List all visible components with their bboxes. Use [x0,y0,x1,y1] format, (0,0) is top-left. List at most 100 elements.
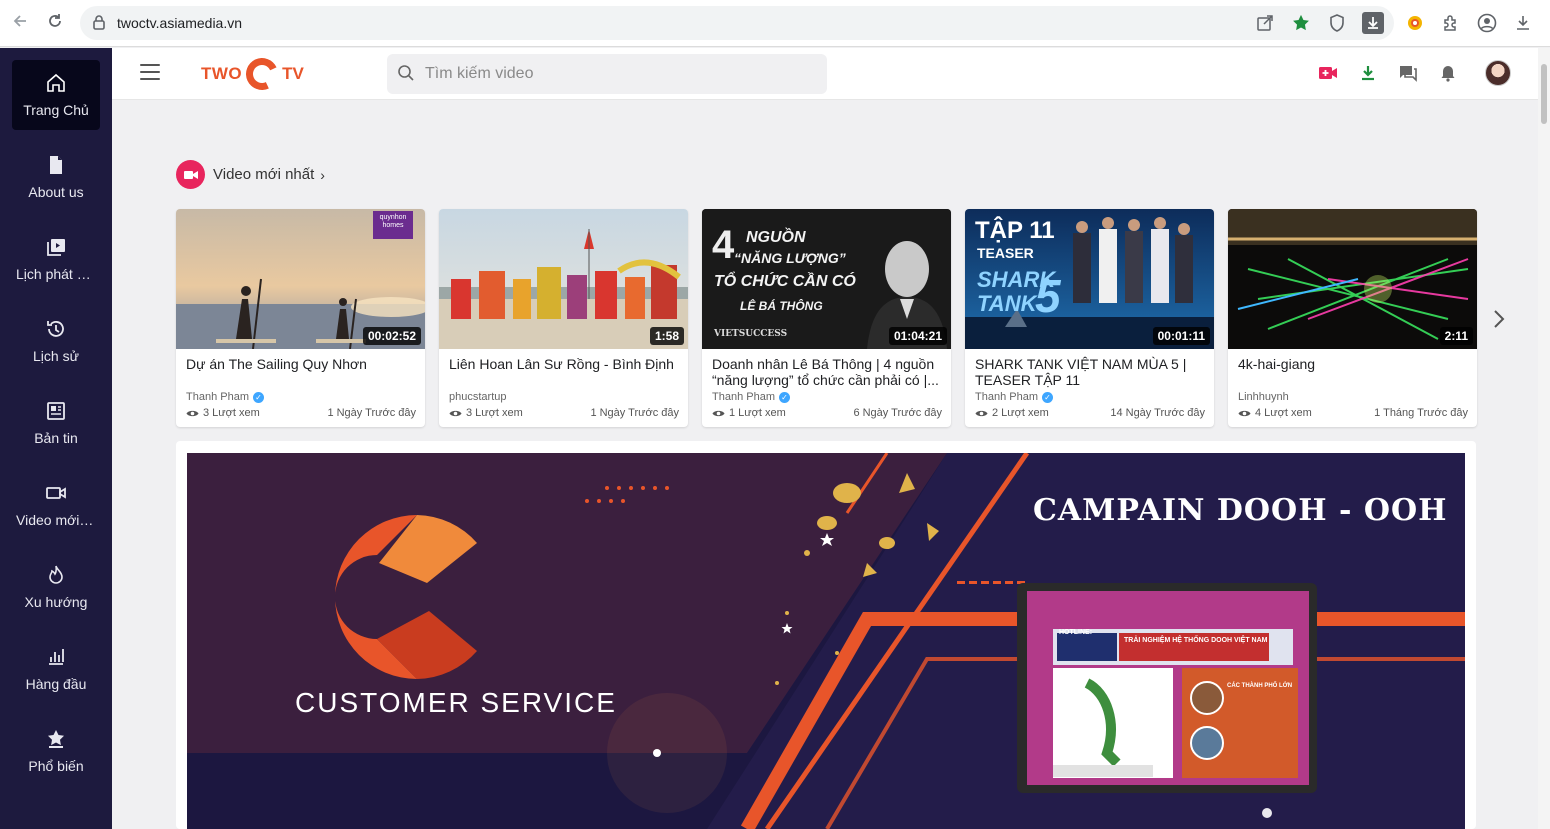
sidebar-item-label: Phổ biến [28,758,84,774]
sidebar-item-home[interactable]: Trang Chủ [12,60,100,130]
video-thumbnail[interactable]: 2:11 [1228,209,1477,349]
video-card[interactable]: 00:02:52 quynhon homes Dự án The Sailing… [176,209,425,427]
view-count-label: 3 Lượt xem [466,407,523,419]
lock-icon [93,15,105,30]
sidebar-item-latest-videos[interactable]: Video mới nhất [12,470,100,540]
app-header: TWO TV [112,48,1538,100]
search-input[interactable] [425,62,805,86]
video-meta: 2 Lượt xem 14 Ngày Trước đây [975,407,1205,419]
video-title[interactable]: 4k-hai-giang [1238,356,1470,372]
upload-time: 6 Ngày Trước đây [853,407,942,419]
back-arrow-icon[interactable] [8,12,32,36]
sidebar-item-top[interactable]: Hàng đầu [12,634,100,704]
download-ext-icon[interactable] [1362,12,1384,34]
url-text[interactable]: twoctv.asiamedia.vn [117,15,242,31]
video-meta: 3 Lượt xem 1 Ngày Trước đây [186,407,416,419]
address-bar[interactable]: twoctv.asiamedia.vn [80,6,1394,40]
video-title[interactable]: Dự án The Sailing Quy Nhơn [186,356,418,372]
view-count-label: 1 Lượt xem [729,407,786,419]
channel-name[interactable]: Thanh Pham ✓ [186,391,264,403]
view-count: 2 Lượt xem [975,407,1049,419]
sidebar-item-news[interactable]: Bản tin [12,388,100,458]
channel-label: phucstartup [449,391,507,403]
sidebar-item-history[interactable]: Lịch sử [12,306,100,376]
channel-label: Thanh Pham [975,391,1038,403]
upload-time: 1 Tháng Trước đây [1374,407,1468,419]
video-card[interactable]: 4 NGUỒN “NĂNG LƯỢNG” TỔ CHỨC CẦN CÓ LÊ B… [702,209,951,427]
bell-icon[interactable] [1437,62,1459,84]
channel-label: Linhhuynh [1238,391,1289,403]
video-thumbnail[interactable]: 4 NGUỒN “NĂNG LƯỢNG” TỔ CHỨC CẦN CÓ LÊ B… [702,209,951,349]
search-box[interactable] [387,54,827,94]
sidebar: Trang Chủ About us Lịch phát sóng Lịch s… [0,48,112,829]
video-meta: 1 Lượt xem 6 Ngày Trước đây [712,407,942,419]
screen-hotline: HOTLINE: [1059,629,1093,636]
view-count: 3 Lượt xem [186,407,260,419]
thumbnail-line: 5 [1035,270,1061,322]
thumbnail-line: TANK [977,291,1037,316]
channel-name[interactable]: phucstartup [449,391,506,403]
channel-name[interactable]: Thanh Pham ✓ [975,391,1053,403]
promo-banner[interactable]: CUSTOMER SERVICE CAMPAIN DOOH - OOH HOTL… [187,453,1465,829]
flame-icon [49,565,63,584]
puzzle-extensions-icon[interactable] [1440,12,1462,34]
video-thumbnail[interactable]: 1:58 [439,209,688,349]
video-title[interactable]: Liên Hoan Lân Sư Rồng - Bình Định [449,356,681,372]
upload-time: 14 Ngày Trước đây [1110,407,1205,419]
bookmark-star-icon[interactable] [1290,12,1312,34]
profile-icon[interactable] [1476,12,1498,34]
sidebar-item-label: Hàng đầu [25,676,87,692]
section-title: Video mới nhất [213,166,315,183]
upload-time: 1 Ngày Trước đây [590,407,679,419]
thumbnail-line: “NĂNG LƯỢNG” [734,250,846,266]
reload-icon[interactable] [43,12,67,36]
history-icon [47,321,64,337]
extension-color-icon[interactable] [1404,12,1426,34]
sidebar-item-label: Lịch sử [33,348,79,364]
carousel-next-chevron-icon[interactable] [1488,308,1510,334]
latest-videos-header[interactable]: Video mới nhất › [176,160,325,189]
star-badge-icon [48,730,64,748]
logo-text-right: TV [282,64,304,83]
banner-headline: CAMPAIN DOOH - OOH [1033,493,1448,528]
screen-cities: CÁC THÀNH PHỐ LỚN [1227,683,1293,689]
video-title[interactable]: Doanh nhân Lê Bá Thông | 4 nguồn “năng l… [712,356,944,388]
video-thumbnail[interactable]: TẬP 11 TEASER SHARK TANK 5 00:01:11 [965,209,1214,349]
video-meta: 3 Lượt xem 1 Ngày Trước đây [449,407,679,419]
thumbnail-number: 4 [712,223,735,267]
user-avatar[interactable] [1485,60,1511,86]
playlist-icon [47,239,65,256]
video-card[interactable]: 1:58 Liên Hoan Lân Sư Rồng - Bình Định p… [439,209,688,427]
thumbnail-line: TEASER [977,245,1034,261]
banner-customer-service: CUSTOMER SERVICE [295,687,617,718]
view-count: 1 Lượt xem [712,407,786,419]
chat-icon[interactable] [1397,62,1419,84]
add-video-icon[interactable] [1317,62,1339,84]
video-title[interactable]: SHARK TANK VIỆT NAM MÙA 5 | TEASER TẬP 1… [975,356,1207,388]
video-card[interactable]: TẬP 11 TEASER SHARK TANK 5 00:01:11 SHAR… [965,209,1214,427]
channel-name[interactable]: Linhhuynh [1238,391,1289,403]
record-video-icon [176,160,205,189]
page-scrollbar[interactable] [1538,48,1550,829]
download-icon[interactable] [1357,62,1379,84]
sidebar-item-trending[interactable]: Xu hướng [12,552,100,622]
sidebar-item-popular[interactable]: Phổ biến [12,716,100,786]
video-card[interactable]: 2:11 4k-hai-giang Linhhuynh 4 Lượt xem 1… [1228,209,1477,427]
home-icon [47,73,65,92]
sidebar-item-schedule[interactable]: Lịch phát sóng [12,224,100,294]
downloads-icon[interactable] [1512,12,1534,34]
channel-name[interactable]: Thanh Pham ✓ [712,391,790,403]
video-thumbnail[interactable]: 00:02:52 quynhon homes [176,209,425,349]
channel-label: Thanh Pham [186,391,249,403]
chevron-right-icon: › [320,166,325,183]
verified-check-icon: ✓ [778,391,790,403]
share-icon[interactable] [1254,12,1276,34]
hamburger-menu-icon[interactable] [140,64,160,80]
sidebar-item-label: Xu hướng [24,594,88,610]
sidebar-item-about[interactable]: About us [12,142,100,212]
shield-icon[interactable] [1326,12,1348,34]
sidebar-item-label: About us [28,184,84,200]
video-meta: 4 Lượt xem 1 Tháng Trước đây [1238,407,1468,419]
logo[interactable]: TWO TV [201,53,304,95]
duration-badge: 01:04:21 [888,327,947,345]
